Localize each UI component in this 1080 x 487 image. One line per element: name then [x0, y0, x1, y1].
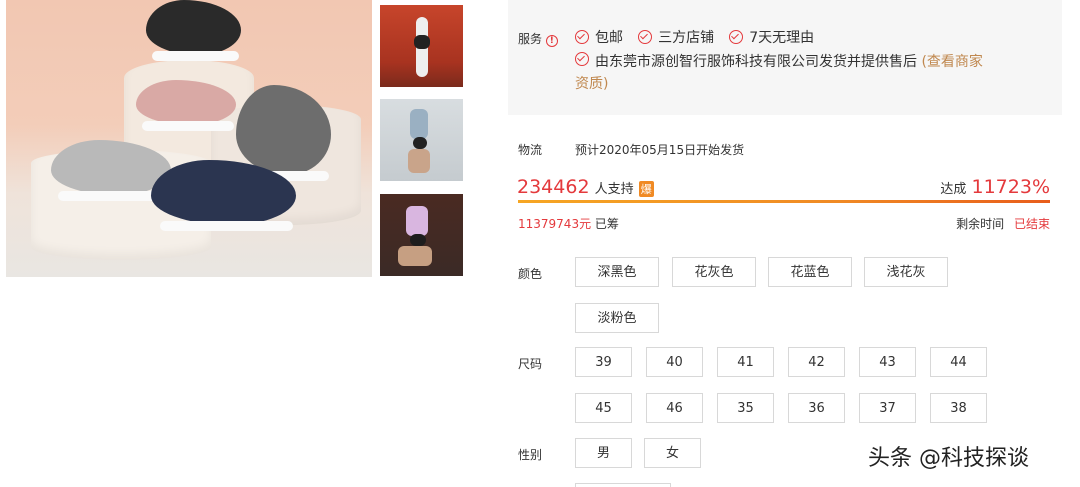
service-item-free-shipping: 包邮 — [575, 27, 623, 47]
seller-text: 由东莞市源创智行服饰科技有限公司发货并提供售后 — [595, 54, 917, 70]
check-circle-icon — [575, 52, 589, 66]
size-option-41[interactable]: 41 — [717, 347, 774, 377]
progress-fill — [518, 200, 1050, 203]
size-option-43[interactable]: 43 — [859, 347, 916, 377]
product-main-image — [6, 0, 372, 277]
service-items: 包邮 三方店铺 7天无理由 — [575, 27, 814, 48]
service-item-third-party: 三方店铺 — [638, 27, 714, 47]
seller-qualification-link-cont[interactable]: 资质) — [575, 76, 608, 92]
size-option-39[interactable]: 39 — [575, 347, 632, 377]
size-option-40[interactable]: 40 — [646, 347, 703, 377]
next-option-partial[interactable] — [575, 483, 671, 487]
logistics-text: 预计2020年05月15日开始发货 — [575, 143, 745, 157]
reach-percent: 11723% — [971, 176, 1051, 198]
color-option-heather-blue[interactable]: 花蓝色 — [768, 257, 852, 287]
size-option-42[interactable]: 42 — [788, 347, 845, 377]
size-option-35[interactable]: 35 — [717, 393, 774, 423]
thumbnail-1[interactable] — [380, 5, 463, 87]
supporters-count: 234462 — [517, 176, 590, 198]
remaining-row: 剩余时间 已结束 — [956, 215, 1050, 232]
watermark-text: 头条 @科技探谈 — [868, 446, 1029, 471]
color-option-light-pink[interactable]: 淡粉色 — [575, 303, 659, 333]
supporters-row: 234462 人支持 爆 — [517, 176, 654, 198]
info-alert-icon[interactable]: ! — [545, 35, 558, 47]
hot-badge: 爆 — [638, 181, 654, 197]
size-option-46[interactable]: 46 — [646, 393, 703, 423]
size-option-45[interactable]: 45 — [575, 393, 632, 423]
raised-amount: 11379743元 — [518, 217, 592, 231]
gender-option-male[interactable]: 男 — [575, 438, 632, 468]
size-option-38[interactable]: 38 — [930, 393, 987, 423]
service-label-wrap: 服务 ! — [518, 30, 558, 47]
size-option-44[interactable]: 44 — [930, 347, 987, 377]
check-circle-icon — [729, 30, 744, 44]
color-label: 颜色 — [518, 267, 543, 281]
color-option-light-heather-gray[interactable]: 浅花灰 — [864, 257, 948, 287]
service-label: 服务 — [518, 32, 543, 46]
color-option-dark-black[interactable]: 深黑色 — [575, 257, 659, 287]
check-circle-icon — [638, 30, 653, 44]
thumbnail-3[interactable] — [380, 194, 463, 276]
reach-row: 达成 11723% — [940, 176, 1050, 198]
seller-info: 由东莞市源创智行服饰科技有限公司发货并提供售后 (查看商家 资质) — [575, 51, 1050, 95]
supporters-label: 人支持 — [594, 182, 634, 197]
remaining-label: 剩余时间 — [956, 217, 1005, 231]
seller-qualification-link[interactable]: (查看商家 — [921, 54, 982, 70]
color-option-heather-gray[interactable]: 花灰色 — [672, 257, 756, 287]
raised-label: 已筹 — [594, 217, 619, 231]
thumbnail-2[interactable] — [380, 99, 463, 181]
service-item-7day-return: 7天无理由 — [729, 27, 814, 47]
raised-row: 11379743元 已筹 — [518, 215, 619, 232]
gender-option-female[interactable]: 女 — [644, 438, 701, 468]
size-label: 尺码 — [518, 357, 543, 371]
size-option-37[interactable]: 37 — [859, 393, 916, 423]
size-option-36[interactable]: 36 — [788, 393, 845, 423]
gender-label: 性别 — [518, 448, 543, 462]
progress-bar — [518, 200, 1050, 203]
logistics-label: 物流 — [518, 143, 543, 157]
reach-label: 达成 — [940, 182, 967, 197]
remaining-value: 已结束 — [1013, 217, 1050, 231]
check-circle-icon — [575, 30, 589, 44]
